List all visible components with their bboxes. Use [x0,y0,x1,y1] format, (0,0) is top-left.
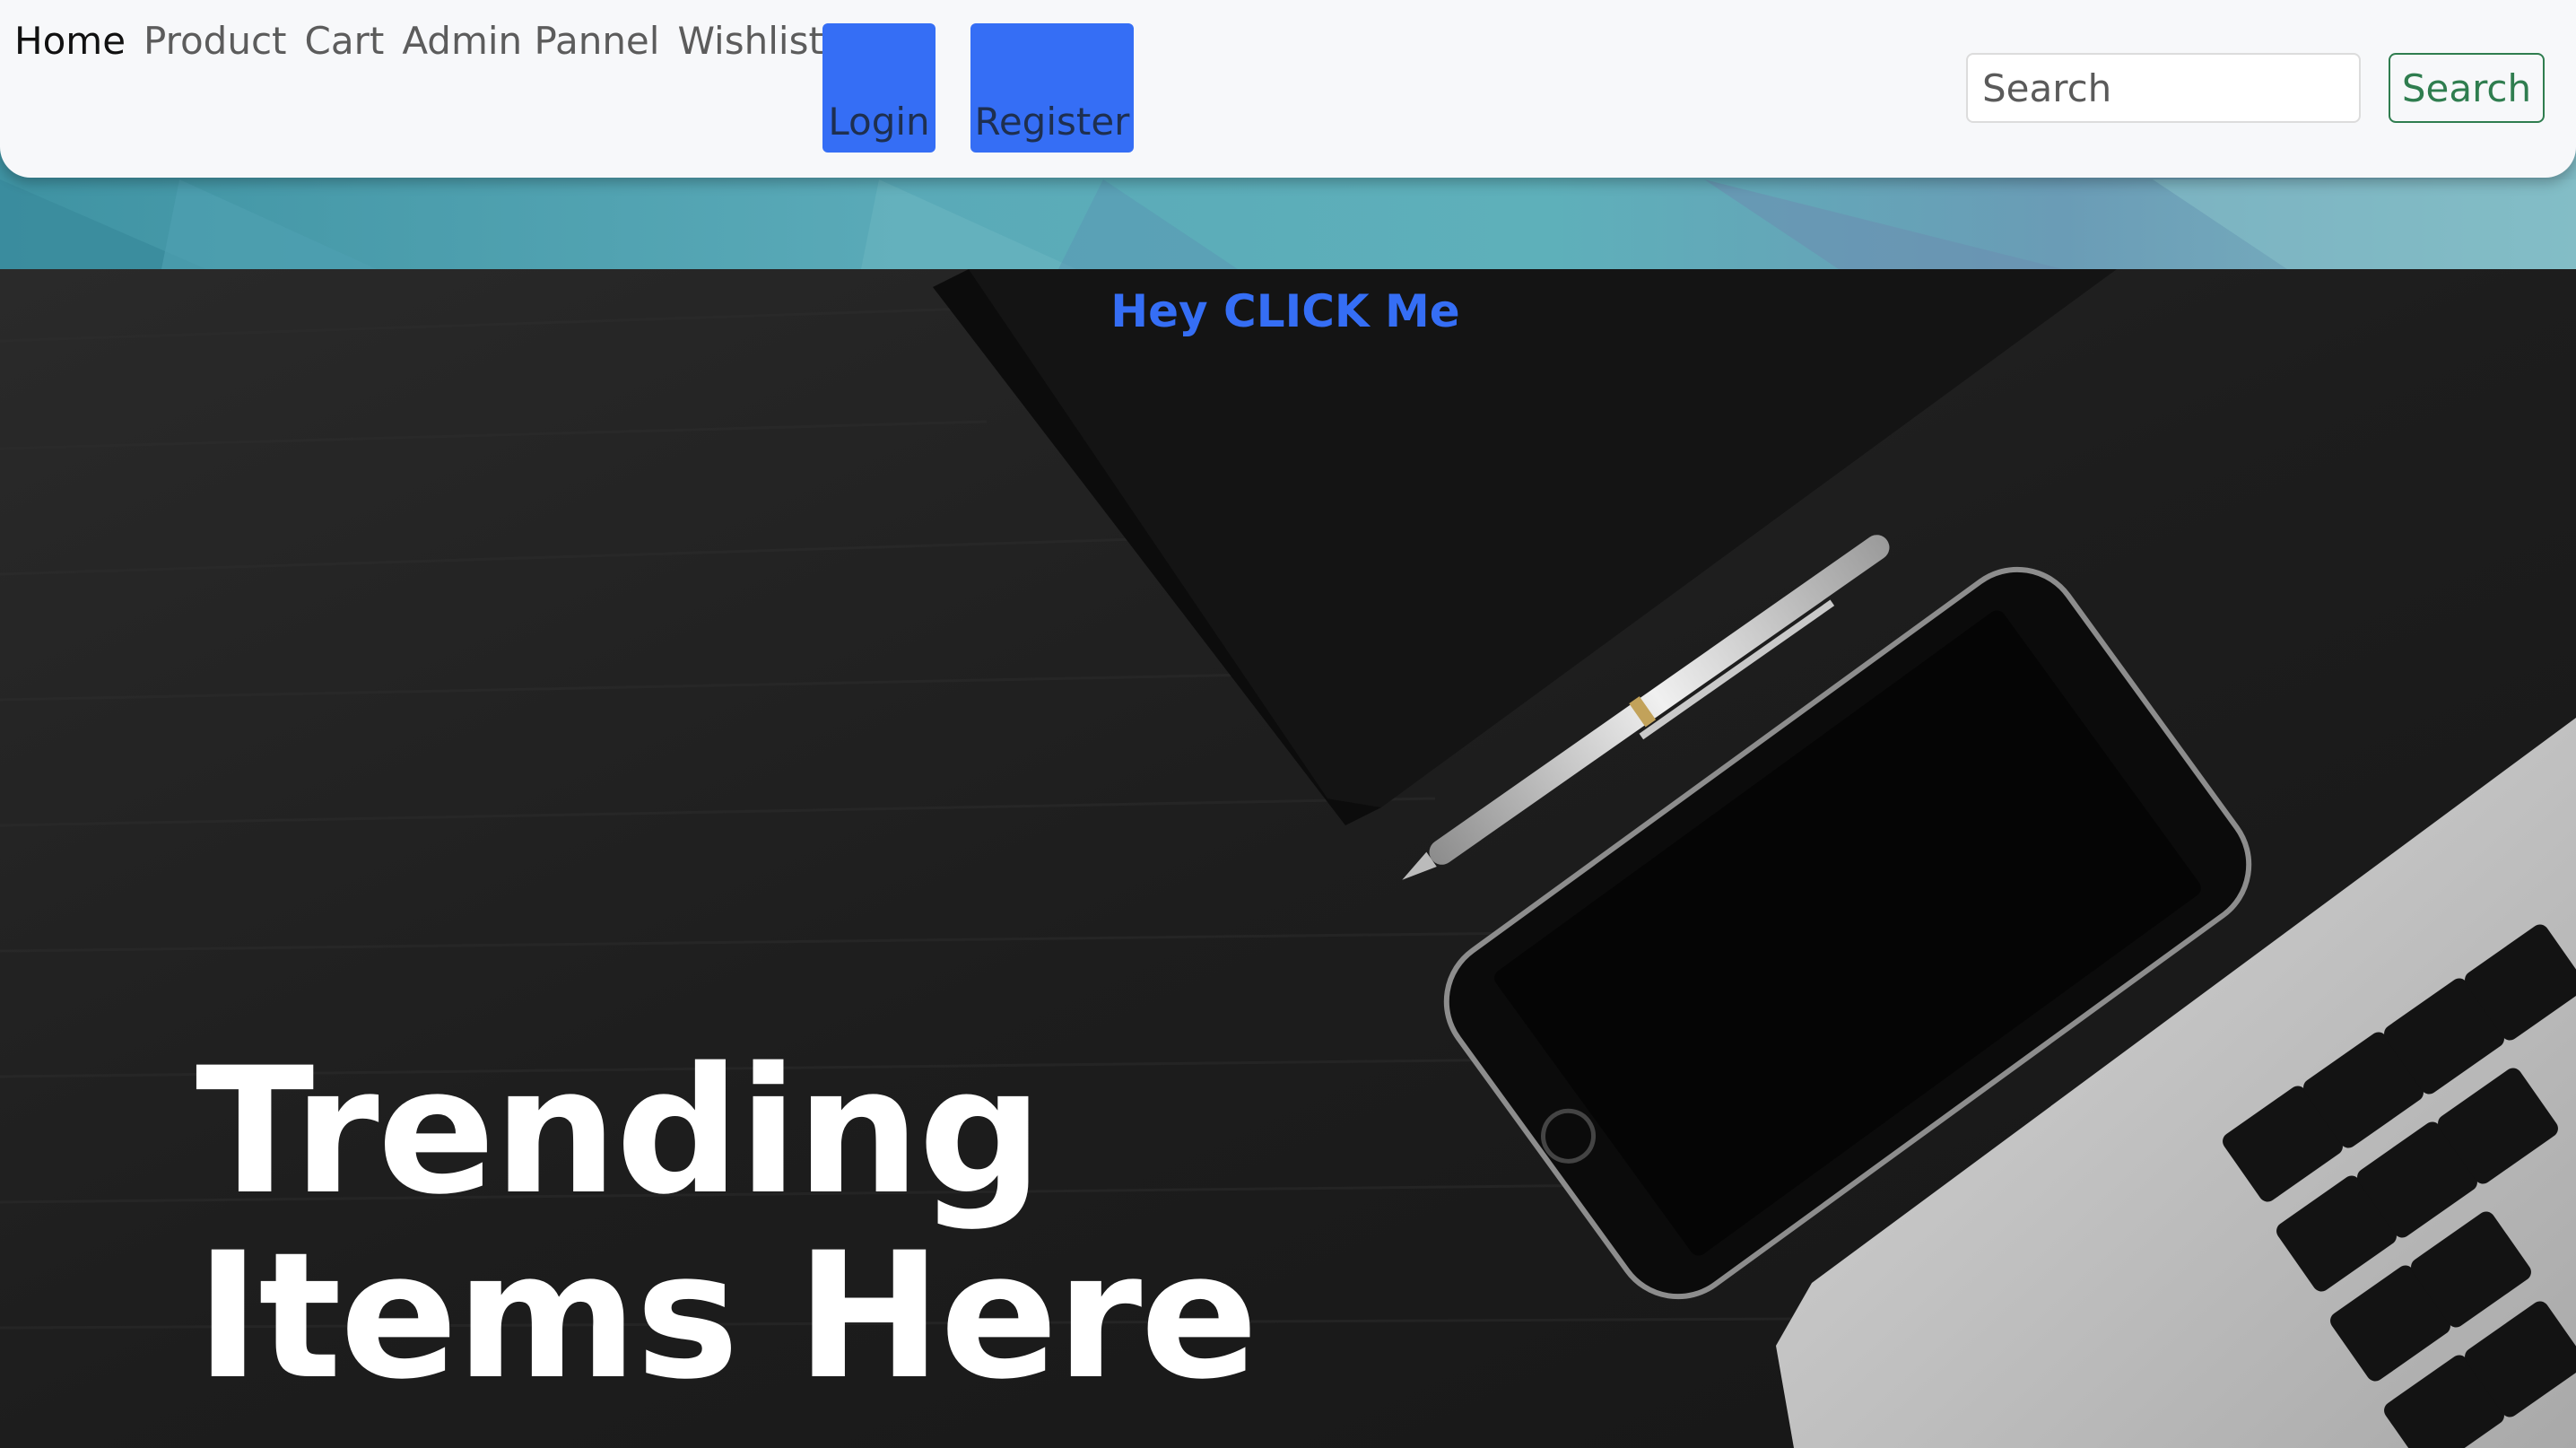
nav-link-admin-pannel[interactable]: Admin Pannel [402,16,659,66]
page: Home Product Cart Admin Pannel Wishlist … [0,0,2576,1448]
register-button[interactable]: Register [970,23,1134,153]
nav-link-wishlist[interactable]: Wishlist [677,16,822,66]
nav-link-product[interactable]: Product [144,16,286,66]
navbar: Home Product Cart Admin Pannel Wishlist … [0,0,2576,178]
hero-title-line-1: Trending [196,1030,1043,1233]
login-button[interactable]: Login [822,23,936,153]
hero-title: Trending Items Here [196,1030,1258,1417]
hero-title-line-2: Items Here [196,1215,1258,1417]
nav-link-cart[interactable]: Cart [305,16,385,66]
search-button[interactable]: Search [2389,53,2545,123]
hey-click-me-link[interactable]: Hey CLICK Me [0,285,2571,337]
nav-links: Home Product Cart Admin Pannel Wishlist [14,16,823,66]
nav-link-home[interactable]: Home [14,16,126,66]
search-input[interactable] [1966,53,2361,123]
